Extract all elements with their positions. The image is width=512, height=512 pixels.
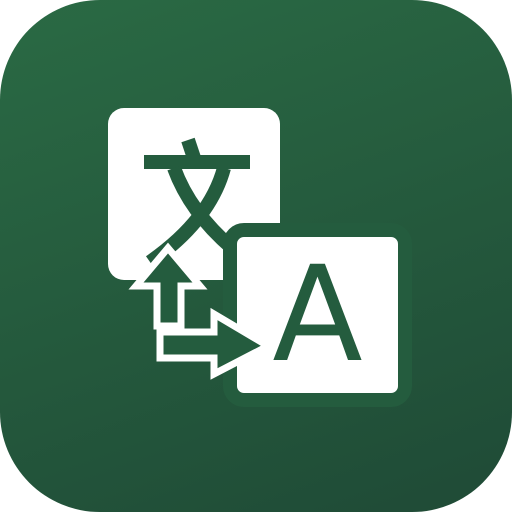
latin-letter-a: A	[272, 238, 363, 392]
app-icon[interactable]: A	[0, 0, 512, 512]
